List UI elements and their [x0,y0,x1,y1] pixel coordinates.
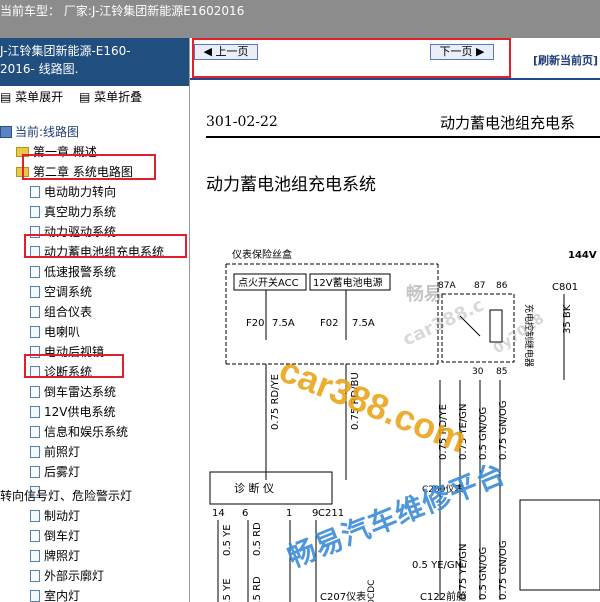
connector-c211: C211 [318,508,344,519]
page-icon [30,530,40,542]
page-icon [30,186,40,198]
tree-item[interactable]: 电喇叭 [30,322,80,342]
page-nav-bar: ◀ 上一页 下一页 ▶ [刷新当前页] [190,38,600,80]
relay-pin-85: 85 [496,367,507,377]
page-icon [30,466,40,478]
page-icon [30,286,40,298]
page-icon [30,550,40,562]
menu-collapse-button[interactable]: ▤ 菜单折叠 [79,90,148,104]
dcdc-label: DCDC [367,580,377,602]
relay-pin-87: 87 [474,281,485,291]
top-bar: 当前车型： 厂家:J-江铃集团新能源E1602016 [0,0,600,38]
connector-c209: C209仪表 [422,483,463,495]
wire-rd-ye-1: 0.75 RD/YE [270,374,281,430]
bottom-wire-2: 0.5 GN/OG [478,547,489,600]
tree-group-turn-signal[interactable]: 转向信号灯、危险警示灯 [0,486,132,506]
diag-wire-2: 0.5 RD [252,522,263,556]
diag-wire-4: 0.5 RD [252,576,263,602]
voltage-144v: 144V [568,250,597,261]
fuse-f02: F02 [320,318,338,329]
wire-ye-gn-2: 0.5 YE/GN [412,560,462,571]
page-icon [30,446,40,458]
page-icon [30,266,40,278]
tree-item[interactable]: 牌照灯 [30,546,80,566]
relay-pin-30: 30 [472,367,484,377]
connector-c801: C801 [552,282,578,293]
main-content: ◀ 上一页 下一页 ▶ [刷新当前页] 301-02-22 动力蓄电池组充电系 … [190,38,600,602]
pin-6: 6 [242,508,248,519]
wire-gn-og-1: 0.5 GN/OG [478,407,489,460]
sidebar-header: J-江铃集团新能源-E160- 2016- 线路图. [0,38,189,86]
tree-item[interactable]: 倒车灯 [30,526,80,546]
wire-rd-ye-2: 0.75 RD/YE [438,404,449,460]
page-icon [30,426,40,438]
tree-item[interactable]: 信息和娱乐系统 [30,422,128,442]
refresh-current-page-link[interactable]: [刷新当前页] [533,52,598,68]
tree-item[interactable]: 室内灯 [30,586,80,602]
tree-root[interactable]: 当前:线路图 [0,122,79,142]
tree-item[interactable]: 前照灯 [30,442,80,462]
wiring-schematic: 仪表保险丝盒 点火开关ACC 12V蓄电池电源 F20 7.5A F02 7.5… [209,248,600,602]
fuse-box-label: 仪表保险丝盒 [232,248,292,261]
page-icon [30,326,40,338]
wiring-diagram-page: 301-02-22 动力蓄电池组充电系 动力蓄电池组充电系统 仪表保险丝盒 点火… [190,78,600,602]
tree-item[interactable]: 空调系统 [30,282,92,302]
connector-c122: C122前舱 [420,590,466,602]
book-icon [0,126,12,138]
pin-14: 14 [212,508,225,519]
fuse-f20-rating: 7.5A [272,318,295,329]
page-icon [30,406,40,418]
sidebar: J-江铃集团新能源-E160- 2016- 线路图. ▤ 菜单展开 ▤ 菜单折叠… [0,38,190,602]
wire-rd-bu: 0.75 RD/BU [350,372,361,430]
tree-item[interactable]: 外部示廓灯 [30,566,104,586]
pin-1: 1 [286,508,292,519]
tree-item[interactable]: 组合仪表 [30,302,92,322]
page-icon [30,570,40,582]
tree-item[interactable]: 倒车雷达系统 [30,382,116,402]
relay-pin-86: 86 [496,281,508,291]
wire-ye-gn-1: 0.75 YE/GN [458,404,469,460]
diagnostic-tool-label: 诊 断 仪 [234,481,274,495]
menu-expand-button[interactable]: ▤ 菜单展开 [0,90,69,104]
tree-item[interactable]: 低速报警系统 [30,262,116,282]
tree-item[interactable]: 真空助力系统 [30,202,116,222]
diag-wire-3: 0.5 YE [222,578,233,602]
tree-item[interactable]: 电动助力转向 [30,182,116,202]
bottom-wire-3: 0.75 GN/OG [498,540,509,600]
sidebar-title-line1: J-江铃集团新能源-E160- [0,44,131,58]
relay-label: 充电控制继电器 [523,304,535,367]
highlight-box-diagnostic [24,354,124,378]
highlight-box-page-nav [192,38,511,78]
wire-gn-og-2: 0.75 GN/OG [498,400,509,460]
connector-c207: C207仪表 [320,590,366,602]
power-12v-label: 12V蓄电池电源 [313,276,383,289]
acc-label: 点火开关ACC [238,276,299,289]
page-icon [30,510,40,522]
tree: 当前:线路图 第一章 概述 第二章 系统电路图 电动助力转向 真空助力系统 动力驱动… [0,108,189,602]
fuse-f02-rating: 7.5A [352,318,375,329]
sidebar-title-line2: 2016- 线路图. [0,62,79,76]
tree-item[interactable]: 制动灯 [30,506,80,526]
tree-item[interactable]: 12V供电系统 [30,402,115,422]
highlight-box-chapter-2 [22,154,156,180]
highlight-box-battery-charging [24,234,187,258]
diag-wire-1: 0.5 YE [222,524,233,556]
page-icon [30,206,40,218]
fuse-f20: F20 [246,318,264,329]
menu-controls: ▤ 菜单展开 ▤ 菜单折叠 [0,86,189,108]
page-icon [30,590,40,602]
current-model-label: 当前车型： 厂家:J-江铃集团新能源E1602016 [0,4,245,18]
tree-item[interactable]: 后雾灯 [30,462,80,482]
relay-87a: 87A [438,281,456,291]
page-icon [30,386,40,398]
page-icon [30,306,40,318]
